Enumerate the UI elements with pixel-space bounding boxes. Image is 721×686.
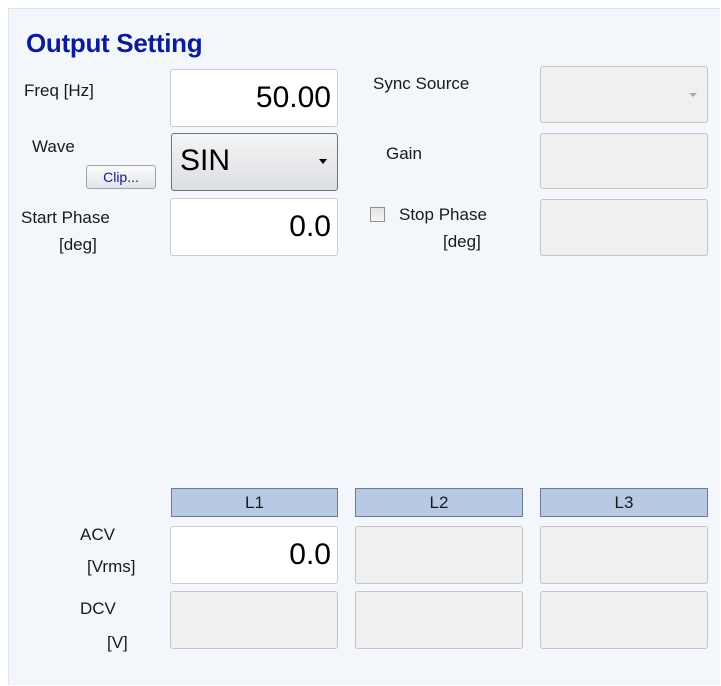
dcv-l3-input[interactable] — [540, 591, 708, 649]
acv-l1-input[interactable]: 0.0 — [170, 526, 338, 584]
dcv-label: DCV — [80, 599, 116, 618]
panel-title: Output Setting — [26, 28, 203, 58]
start-phase-label: Start Phase — [21, 208, 110, 227]
start-phase-input[interactable]: 0.0 — [170, 198, 338, 256]
chevron-down-icon — [319, 159, 327, 164]
stop-phase-checkbox[interactable] — [370, 207, 385, 222]
sync-source-select[interactable] — [540, 66, 708, 123]
gain-label: Gain — [386, 144, 422, 163]
chevron-down-icon — [689, 93, 697, 97]
start-phase-unit: [deg] — [59, 235, 97, 254]
wave-label: Wave — [32, 137, 75, 156]
acv-unit: [Vrms] — [87, 557, 136, 576]
clip-button[interactable]: Clip... — [86, 165, 156, 189]
dcv-l2-input[interactable] — [355, 591, 523, 649]
freq-input[interactable]: 50.00 — [170, 69, 338, 127]
acv-l3-input[interactable] — [540, 526, 708, 584]
dcv-l1-input[interactable] — [170, 591, 338, 649]
gain-input[interactable] — [540, 133, 708, 189]
column-header-l3: L3 — [540, 488, 708, 517]
acv-l2-input[interactable] — [355, 526, 523, 584]
acv-label: ACV — [80, 525, 115, 544]
stop-phase-input[interactable] — [540, 199, 708, 256]
freq-label: Freq [Hz] — [24, 81, 94, 100]
wave-select[interactable]: SIN — [171, 133, 338, 191]
dcv-unit: [V] — [107, 633, 128, 652]
stop-phase-unit: [deg] — [443, 232, 481, 251]
stop-phase-label: Stop Phase — [399, 205, 487, 224]
wave-selected-value: SIN — [180, 144, 231, 177]
column-header-l2: L2 — [355, 488, 523, 517]
column-header-l1: L1 — [171, 488, 338, 517]
sync-source-label: Sync Source — [373, 74, 470, 93]
